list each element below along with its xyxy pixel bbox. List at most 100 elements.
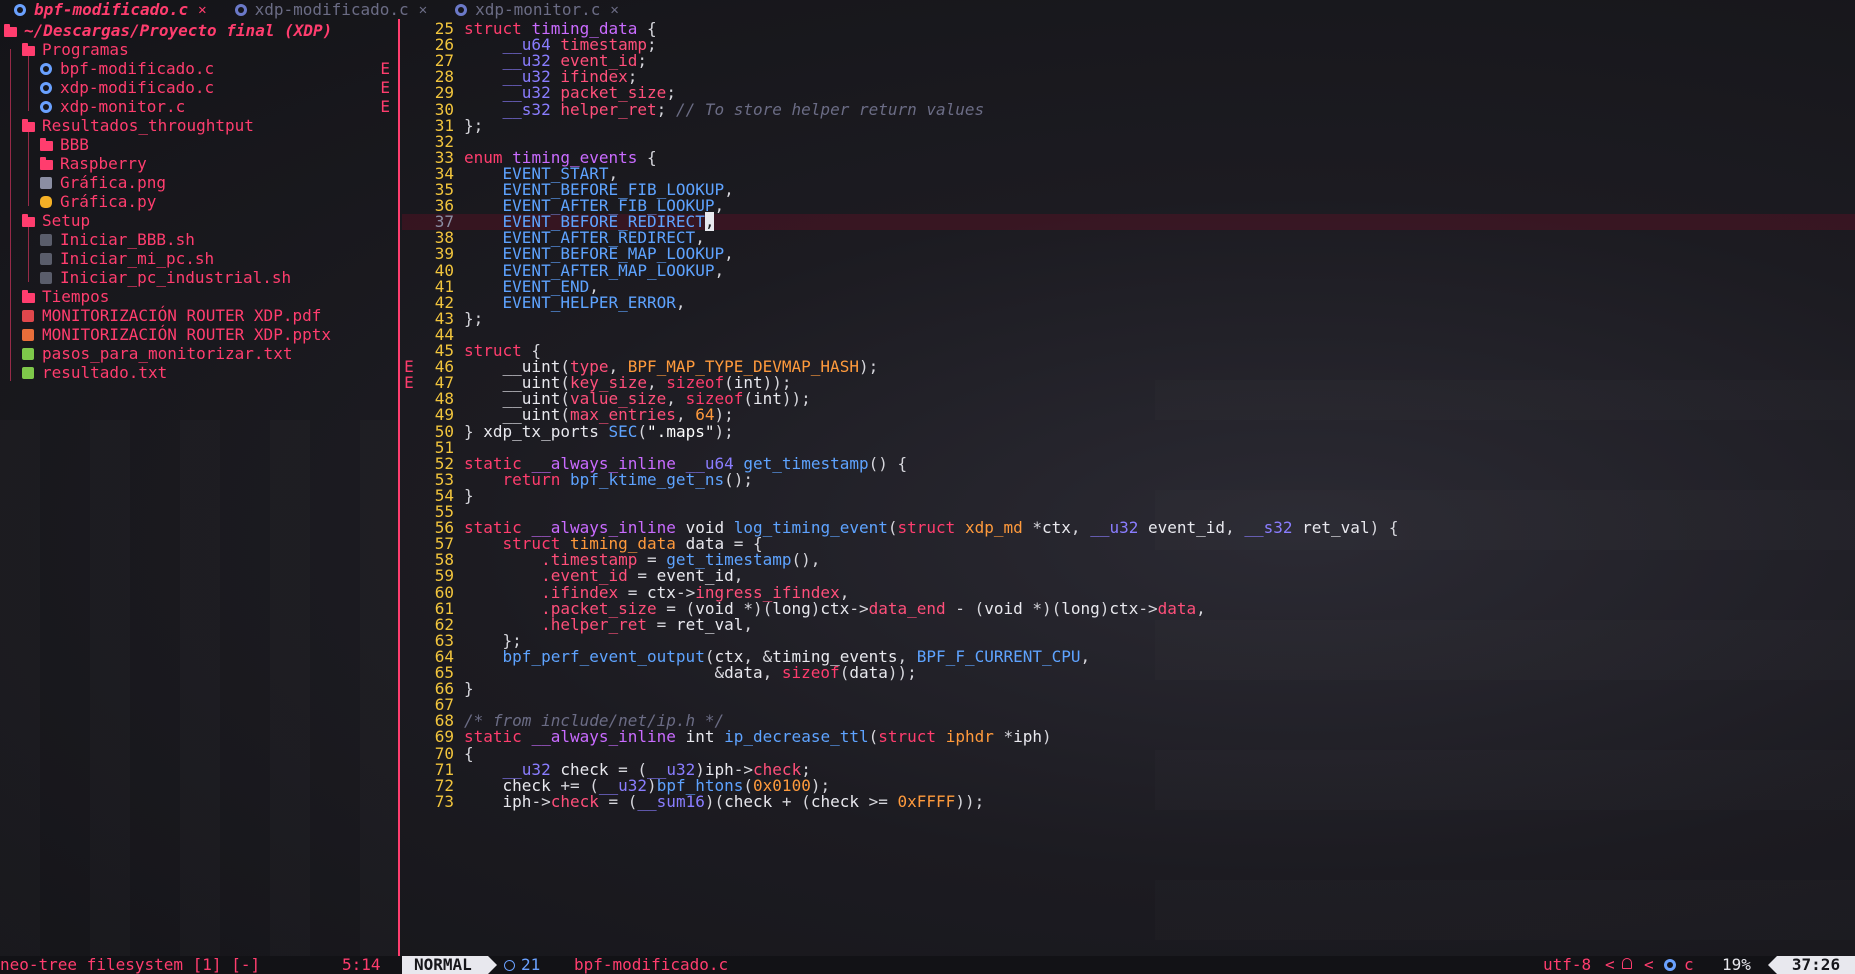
code-token: ( [637, 421, 648, 441]
code-editor[interactable]: 25 struct timing_data {26 __u64 timestamp… [402, 20, 1855, 956]
tree-file[interactable]: Iniciar_pc_industrial.sh [0, 268, 398, 287]
code-token: ; [637, 51, 648, 71]
sh-file-icon [40, 234, 52, 246]
code-token: )); [887, 663, 917, 682]
code-token: (); [724, 469, 753, 489]
code-token: ; [656, 99, 676, 119]
code-text: return bpf_ktime_get_ns(); [464, 469, 753, 489]
code-token: ( [743, 389, 753, 409]
code-token: SEC [608, 421, 638, 441]
status-encoding: utf-8 [1543, 955, 1592, 974]
tree-folder[interactable]: Raspberry [0, 154, 398, 173]
line-number: 73 [434, 791, 454, 811]
tree-folder[interactable]: Resultados_throughtput [0, 116, 398, 135]
code-line[interactable]: 54} [402, 487, 1855, 504]
code-text: __s32 helper_ret; // To store helper ret… [464, 99, 985, 119]
code-text: }; [464, 117, 483, 134]
tree-item-label: Gráfica.png [60, 173, 166, 192]
tree-file[interactable]: Iniciar_mi_pc.sh [0, 249, 398, 268]
error-marker: E [380, 59, 390, 78]
tree-file[interactable]: xdp-monitor.c E [0, 97, 398, 116]
code-token: , [1196, 598, 1206, 618]
code-line[interactable]: 43}; [402, 308, 1855, 328]
code-line[interactable]: 42 EVENT_HELPER_ERROR, [402, 294, 1855, 311]
code-token: >= [858, 791, 898, 811]
tree-file[interactable]: MONITORIZACIÓN ROUTER XDP.pptx [0, 325, 398, 344]
code-line[interactable]: 30 __s32 helper_ret; // To store helper … [402, 99, 1855, 119]
tab-label: xdp-monitor.c [475, 0, 601, 19]
tree-file[interactable]: bpf-modificado.c E [0, 59, 398, 78]
tree-file[interactable]: Gráfica.py [0, 192, 398, 211]
file-explorer: ~/Descargas/Proyecto final (XDP) Program… [0, 21, 398, 956]
diagnostics-count[interactable]: 21 [504, 956, 540, 974]
code-text: }; [464, 308, 484, 328]
tree-folder[interactable]: Setup [0, 211, 398, 230]
scroll-percent: 19% [1722, 955, 1751, 974]
code-token: * [1022, 518, 1043, 538]
code-token: , [1080, 646, 1091, 666]
code-line[interactable]: 65 &data, sizeof(data)); [402, 663, 1855, 682]
tree-file[interactable]: Iniciar_BBB.sh [0, 230, 398, 249]
code-token: struct [897, 518, 965, 538]
code-token: __always_inline [531, 727, 676, 747]
code-line[interactable]: 53 return bpf_ktime_get_ns(); [402, 469, 1855, 489]
close-icon[interactable]: ✕ [419, 2, 427, 18]
code-line[interactable]: 50} xdp_tx_ports SEC(".maps"); [402, 421, 1855, 441]
code-token: ) [1099, 598, 1110, 618]
code-line[interactable]: 62 .helper_ret = ret_val, [402, 614, 1855, 634]
code-token: ); [858, 357, 879, 377]
code-token: ctx [1042, 518, 1071, 538]
bell-icon [1622, 958, 1632, 969]
tree-item-label: xdp-monitor.c [60, 97, 186, 116]
error-marker: E [380, 78, 390, 97]
code-token: sizeof [781, 663, 840, 682]
tree-item-label: BBB [60, 135, 89, 154]
tree-file[interactable]: resultado.txt [0, 363, 398, 382]
code-token: bpf_ktime_get_ns [569, 469, 725, 489]
tree-file[interactable]: Gráfica.png [0, 173, 398, 192]
close-icon[interactable]: ✕ [610, 2, 618, 18]
tree-item-label: Resultados_throughtput [42, 116, 254, 135]
code-token: *)( [1022, 598, 1062, 618]
tree-folder[interactable]: Programas [0, 40, 398, 59]
code-token: , [714, 196, 725, 216]
window-separator[interactable] [398, 19, 400, 956]
tree-indent-guide [10, 49, 11, 381]
tree-file[interactable]: xdp-modificado.c E [0, 78, 398, 97]
code-line[interactable]: 33 enum timing_events { [402, 149, 1855, 166]
tree-root[interactable]: ~/Descargas/Proyecto final (XDP) [4, 21, 402, 40]
code-line[interactable]: 69 static __always_inline int ip_decrease… [402, 729, 1855, 745]
c-file-icon [455, 3, 468, 16]
code-token: check [810, 791, 859, 811]
code-token: }; [464, 308, 484, 328]
tree-file[interactable]: MONITORIZACIÓN ROUTER XDP.pdf [0, 306, 398, 325]
code-line[interactable]: 73 iph->check = (__sum16)(check + (check… [402, 791, 1855, 811]
tab-xdp-monitor[interactable]: xdp-monitor.c ✕ [441, 0, 633, 19]
code-line[interactable]: 40 EVENT_AFTER_MAP_LOOKUP, [402, 260, 1855, 280]
status-filetype: c [1684, 955, 1694, 974]
code-token: , [714, 260, 725, 280]
code-line[interactable]: 66} [402, 680, 1855, 697]
code-token: ) { [1369, 518, 1399, 538]
diagnostics-value: 21 [521, 955, 541, 974]
code-token: , [1070, 518, 1091, 538]
code-token: )( [704, 791, 725, 811]
code-token: ( [868, 727, 879, 747]
code-token: ctx [820, 598, 850, 618]
tree-item-label: Setup [42, 211, 91, 230]
tab-bpf-modificado[interactable]: bpf-modificado.c ✕ [0, 0, 221, 19]
close-icon[interactable]: ✕ [198, 2, 206, 18]
tab-xdp-modificado[interactable]: xdp-modificado.c ✕ [221, 0, 442, 19]
code-line[interactable]: 44 [402, 326, 1855, 343]
folder-icon [40, 138, 53, 151]
code-line[interactable]: 31}; [402, 117, 1855, 134]
tree-position: 5:14 [342, 955, 381, 974]
tree-folder[interactable]: Tiempos [0, 287, 398, 306]
code-text: } xdp_tx_ports SEC(".maps"); [464, 421, 734, 441]
code-token: xdp_tx_ports [483, 421, 599, 441]
tree-file[interactable]: pasos_para_monitorizar.txt [0, 344, 398, 363]
code-token: .helper_ret [541, 614, 648, 634]
tree-item-label: Raspberry [60, 154, 147, 173]
tree-folder[interactable]: BBB [0, 135, 398, 154]
